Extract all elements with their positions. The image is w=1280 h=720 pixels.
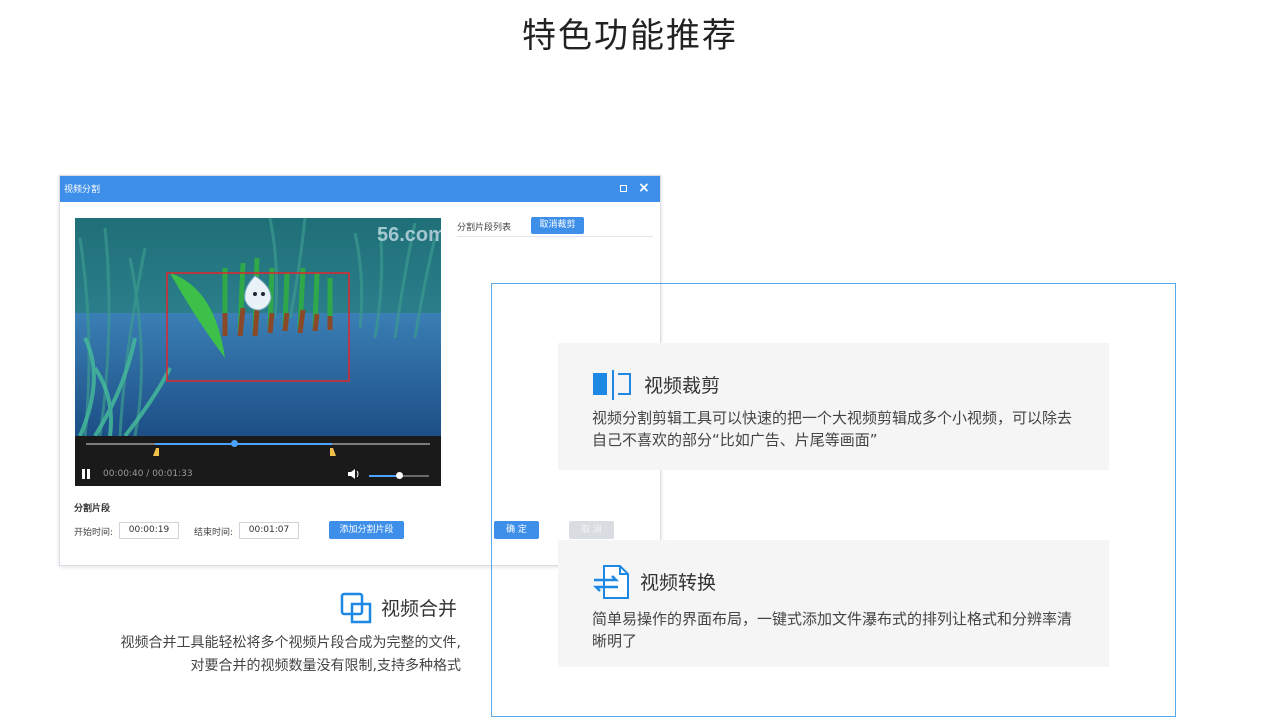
start-time-input[interactable]: 00:00:19 [119,522,179,539]
time-readout: 00:00:40 / 00:01:33 [103,469,193,479]
maximize-icon[interactable] [620,185,627,192]
crop-title: 视频裁剪 [644,375,721,397]
merge-description: 视频合并工具能轻松将多个视频片段合成为完整的文件, 对要合并的视频数量没有限制,… [60,632,461,678]
close-icon[interactable]: × [638,179,650,197]
page-title: 特色功能推荐 [522,16,738,56]
dialog-titlebar: 视频分割 × [60,176,660,202]
segment-title: 分割片段 [74,504,111,514]
merge-title: 视频合并 [381,598,458,620]
video-frame: 56.com [75,218,441,436]
segment-list-label: 分割片段列表 [457,223,512,233]
crop-description: 视频分割剪辑工具可以快速的把一个大视频剪辑成多个小视频，可以除去自己不喜欢的部分… [592,409,1073,449]
end-time-label: 结束时间: [194,528,234,538]
crop-icon [593,370,631,400]
feature-card-convert: 视频转换 简单易操作的界面布局，一键式添加文件瀑布式的排列让格式和分辨率清晰明了 [558,540,1109,667]
volume-knob[interactable] [396,472,403,479]
cancel-crop-button[interactable]: 取消裁剪 [531,217,584,234]
segment-list-header: 分割片段列表 取消裁剪 [457,217,653,237]
end-marker-icon[interactable] [330,448,336,456]
feature-card-crop: 视频裁剪 视频分割剪辑工具可以快速的把一个大视频剪辑成多个小视频，可以除去自己不… [558,343,1109,470]
volume-fill [369,475,399,477]
time-total: 00:01:33 [152,469,193,479]
merge-desc-line2: 对要合并的视频数量没有限制,支持多种格式 [190,658,461,674]
player-controls: 00:00:40 / 00:01:33 [75,436,441,486]
merge-desc-line1: 视频合并工具能轻松将多个视频片段合成为完整的文件, [120,635,461,651]
end-time-input[interactable]: 00:01:07 [239,522,299,539]
time-current: 00:00:40 [103,469,144,479]
convert-icon [592,565,629,599]
merge-icon [340,592,372,624]
video-player[interactable]: 56.com 00:00:40 / 00:01:33 [75,218,441,486]
video-watermark: 56.com [377,224,441,246]
add-segment-button[interactable]: 添加分割片段 [329,521,404,539]
volume-icon[interactable] [348,469,360,479]
start-time-label: 开始时间: [74,528,114,538]
start-marker-icon[interactable] [153,448,159,456]
convert-description: 简单易操作的界面布局，一键式添加文件瀑布式的排列让格式和分辨率清晰明了 [592,610,1073,650]
convert-title: 视频转换 [640,572,717,594]
time-separator: / [143,469,153,479]
selected-range [155,443,332,445]
progress-knob[interactable] [231,440,238,447]
dialog-title: 视频分割 [64,185,101,195]
pause-icon[interactable] [82,469,90,479]
